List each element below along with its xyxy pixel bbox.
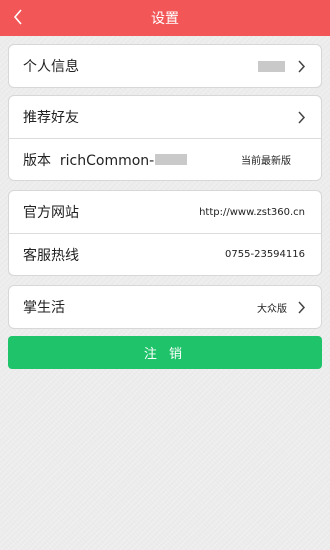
redacted-username: [258, 60, 285, 72]
zhang-life-edition: 大众版: [257, 303, 287, 315]
chevron-right-icon: [297, 110, 307, 124]
life-card: 掌生活 大众版: [8, 285, 322, 329]
zhang-life-label: 掌生活: [23, 300, 65, 316]
version-row: 版本 richCommon- 当前最新版: [9, 138, 321, 180]
official-website-label: 官方网站: [23, 205, 79, 221]
top-bar: 设置: [0, 0, 330, 36]
page-title: 设置: [151, 11, 179, 27]
redacted-version-number: [155, 154, 188, 165]
personal-info-row[interactable]: 个人信息: [9, 45, 321, 87]
version-status: 当前最新版: [241, 156, 291, 167]
contact-card: 官方网站 http://www.zst360.cn 客服热线 0755-2359…: [8, 190, 322, 276]
service-hotline-number[interactable]: 0755-23594116: [225, 249, 305, 260]
zhang-life-row[interactable]: 掌生活 大众版: [9, 286, 321, 328]
personal-info-label: 个人信息: [23, 59, 79, 75]
version-label: 版本 richCommon-: [23, 152, 155, 169]
official-website-url[interactable]: http://www.zst360.cn: [199, 207, 305, 218]
profile-card: 个人信息: [8, 44, 322, 88]
recommend-friends-row[interactable]: 推荐好友: [9, 96, 321, 138]
back-button[interactable]: [6, 4, 30, 30]
logout-button[interactable]: 注 销: [8, 336, 322, 369]
chevron-left-icon: [13, 9, 22, 25]
app-card: 推荐好友 版本 richCommon- 当前最新版: [8, 95, 322, 181]
recommend-friends-label: 推荐好友: [23, 110, 79, 126]
chevron-right-icon: [297, 59, 307, 73]
chevron-right-icon: [297, 300, 307, 314]
service-hotline-label: 客服热线: [23, 247, 79, 264]
official-website-row[interactable]: 官方网站 http://www.zst360.cn: [9, 191, 321, 233]
service-hotline-row[interactable]: 客服热线 0755-23594116: [9, 233, 321, 275]
